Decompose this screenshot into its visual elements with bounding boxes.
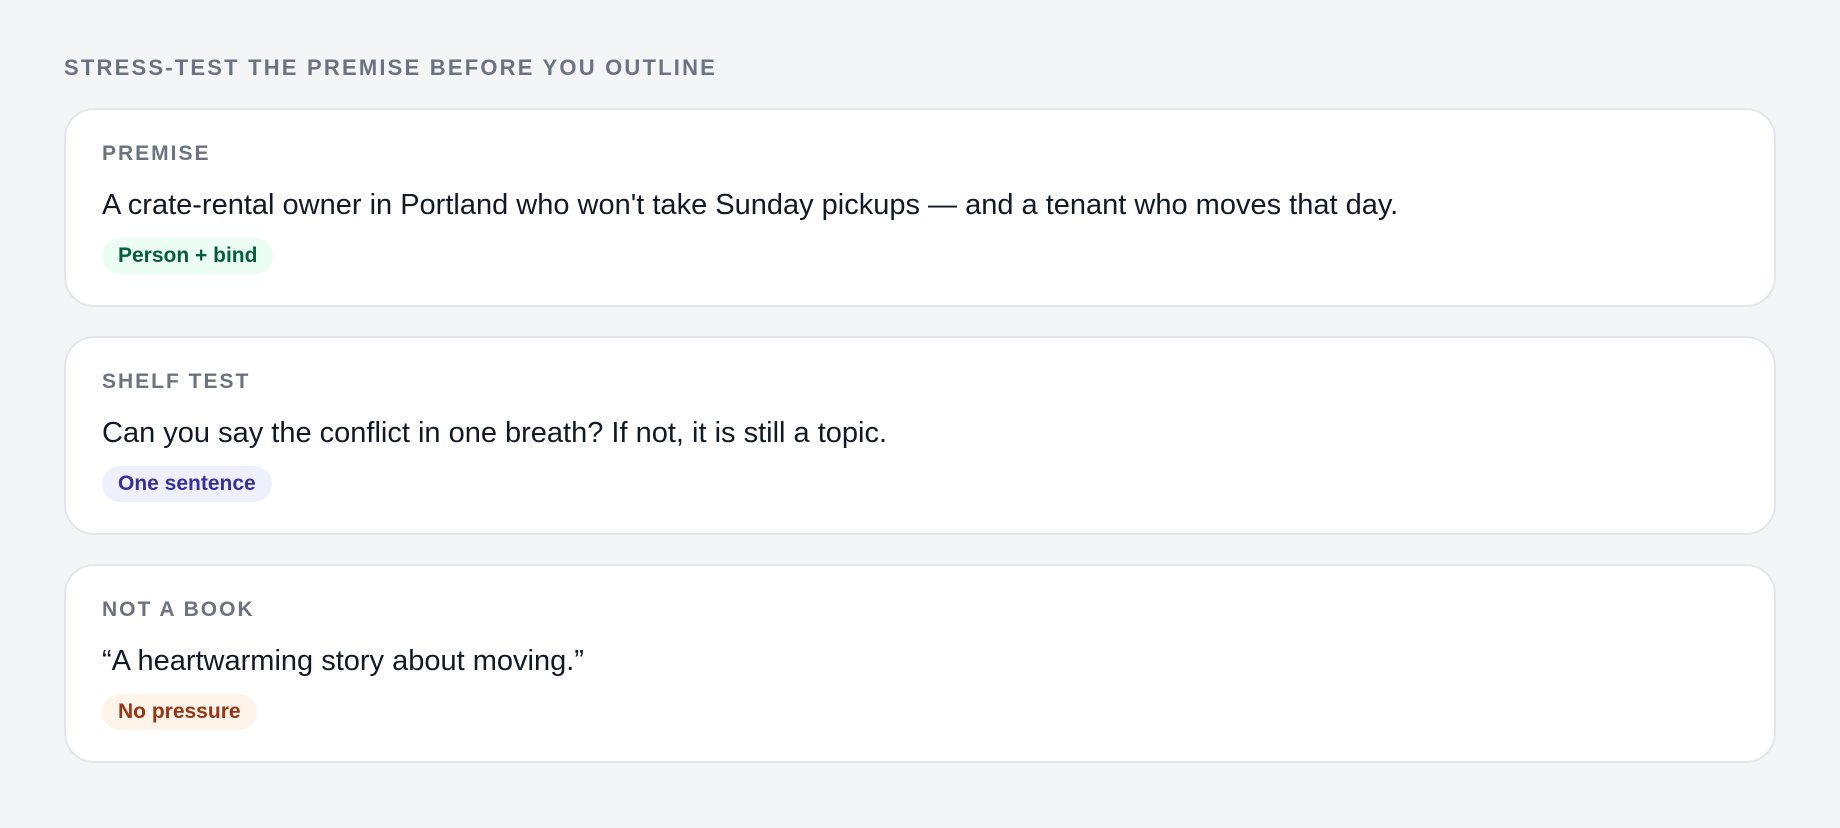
section-heading: STRESS-TEST THE PREMISE BEFORE YOU OUTLI… — [64, 55, 718, 80]
premise-card: PREMISE A crate-rental owner in Portland… — [64, 108, 1776, 307]
card-text: Can you say the conflict in one breath? … — [102, 417, 888, 449]
not-a-book-card: NOT A BOOK “A heartwarming story about m… — [64, 564, 1776, 763]
premise-panel: STRESS-TEST THE PREMISE BEFORE YOU OUTLI… — [64, 0, 1776, 763]
card-text: “A heartwarming story about moving.” — [102, 645, 584, 677]
tag-pill: No pressure — [102, 694, 257, 730]
tag-pill: Person + bind — [102, 238, 274, 274]
card-label: PREMISE — [102, 142, 211, 165]
card-label: NOT A BOOK — [102, 598, 255, 621]
card-label: SHELF TEST — [102, 370, 251, 393]
shelf-test-card: SHELF TEST Can you say the conflict in o… — [64, 336, 1776, 535]
tag-pill: One sentence — [102, 466, 272, 502]
card-text: A crate-rental owner in Portland who won… — [102, 189, 1399, 221]
